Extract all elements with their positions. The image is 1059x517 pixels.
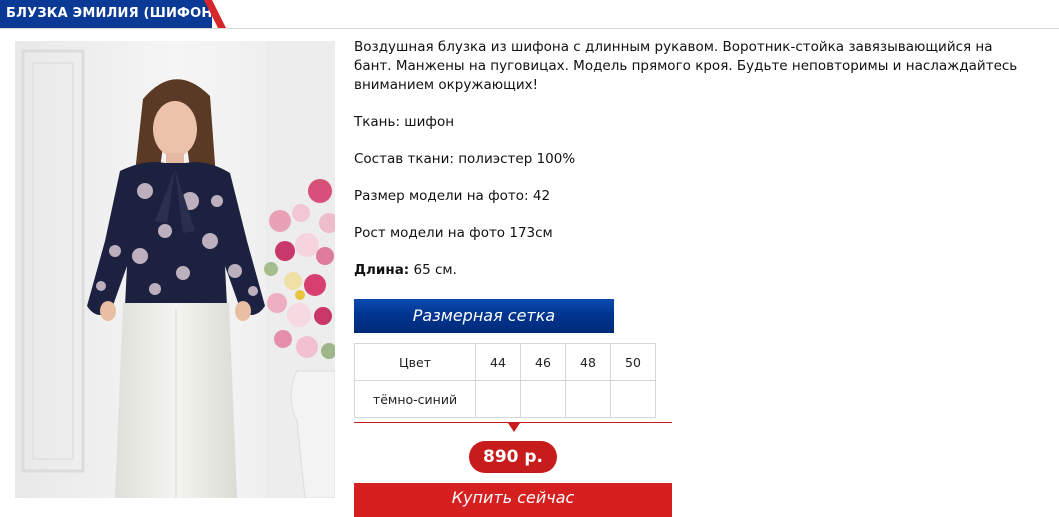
product-title-bar: БЛУЗКА ЭМИЛИЯ (ШИФОН): [0, 0, 228, 28]
table-row: тёмно-синий: [354, 380, 656, 418]
size-cell-50[interactable]: [610, 380, 656, 418]
product-description: Воздушная блузка из шифона с длинным рук…: [354, 38, 1034, 95]
title-corner-stripe: [204, 0, 226, 28]
size-table-header-row: Цвет 44 46 48 50: [354, 343, 656, 381]
composition-line: Состав ткани: полиэстер 100%: [354, 151, 576, 167]
buy-now-button[interactable]: Купить сейчас: [354, 483, 672, 517]
size-cell-46[interactable]: [520, 380, 566, 418]
size-cell-44[interactable]: [475, 380, 521, 418]
product-title: БЛУЗКА ЭМИЛИЯ (ШИФОН): [0, 0, 218, 28]
size-chart-button[interactable]: Размерная сетка: [354, 299, 614, 333]
model-height-line: Рост модели на фото 173см: [354, 225, 553, 241]
fabric-line: Ткань: шифон: [354, 114, 455, 130]
size-cell-48[interactable]: [565, 380, 611, 418]
size-header-44: 44: [475, 343, 521, 381]
size-table: Цвет 44 46 48 50 тёмно-синий: [354, 343, 656, 418]
length-label: Длина:: [354, 262, 410, 278]
length-line: Длина: 65 см.: [354, 261, 457, 280]
model-size-line: Размер модели на фото: 42: [354, 188, 551, 204]
title-divider: [0, 28, 1059, 29]
color-column-header: Цвет: [354, 343, 476, 381]
size-header-48: 48: [565, 343, 611, 381]
color-cell: тёмно-синий: [354, 380, 476, 418]
price-badge: 890 р.: [469, 441, 557, 473]
size-header-46: 46: [520, 343, 566, 381]
length-value: 65 см.: [413, 262, 457, 278]
description-text: Воздушная блузка из шифона с длинным рук…: [354, 39, 1018, 93]
size-header-50: 50: [610, 343, 656, 381]
price-pointer: [508, 423, 520, 432]
product-photo[interactable]: [15, 41, 335, 498]
